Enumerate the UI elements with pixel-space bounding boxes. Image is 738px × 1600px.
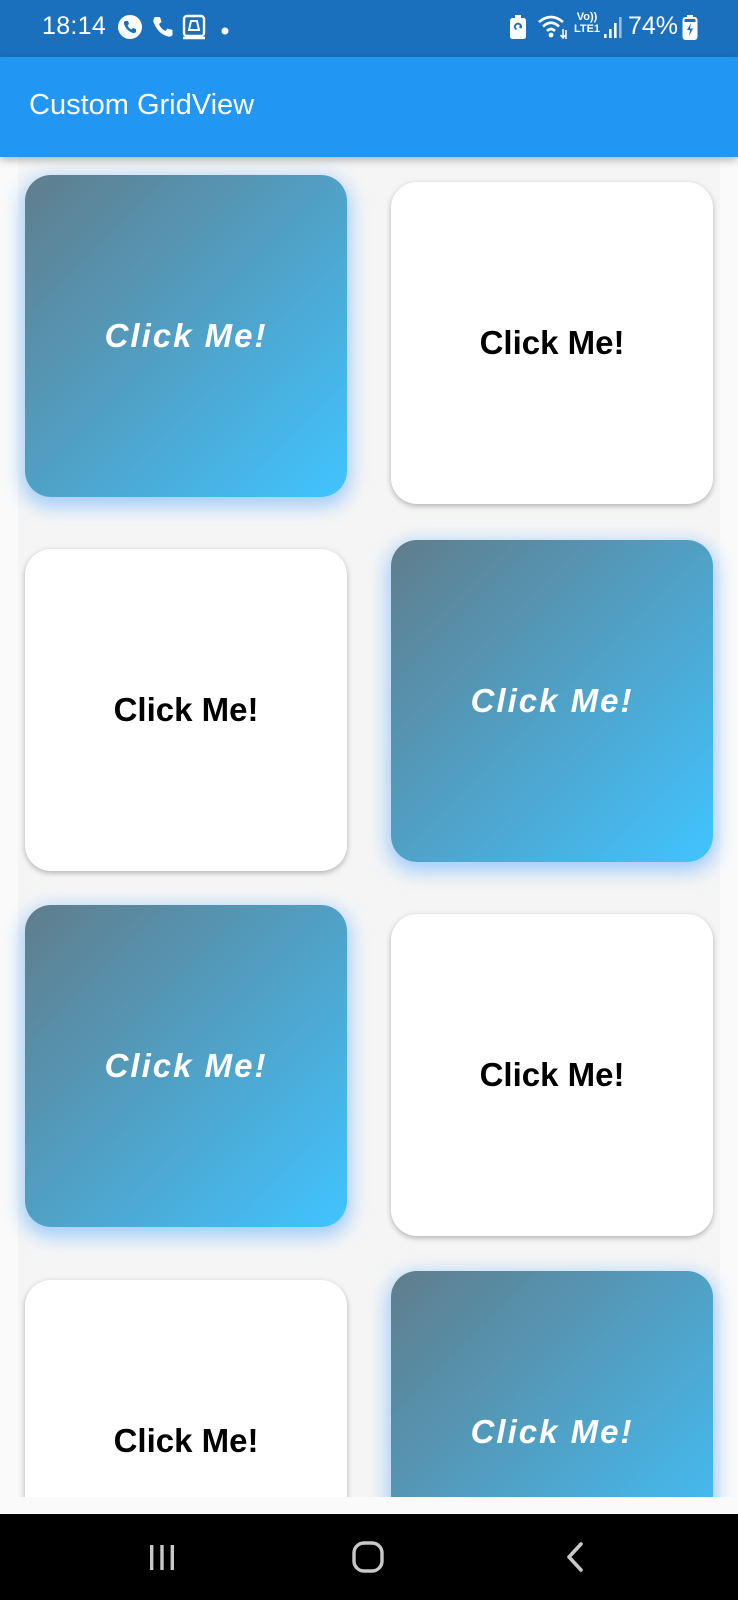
card-label: Click Me! <box>470 682 634 719</box>
grid-card-gradient[interactable]: Click Me! <box>391 1271 713 1497</box>
card-label: Click Me! <box>113 691 259 728</box>
grid-card-gradient[interactable]: Click Me! <box>391 540 713 862</box>
back-button[interactable] <box>546 1532 606 1582</box>
battery-charging-icon <box>682 13 698 46</box>
card-label: Click Me! <box>479 1056 625 1093</box>
lte-label: LTE1 <box>573 23 601 35</box>
battery-saver-icon <box>508 13 528 46</box>
back-icon <box>567 1542 583 1572</box>
card-label: Click Me! <box>470 1413 634 1450</box>
recent-apps-button[interactable] <box>132 1532 192 1582</box>
app-bar: Custom GridView <box>0 57 738 157</box>
card-label: Click Me! <box>104 317 268 354</box>
status-time: 18:14 <box>42 12 107 40</box>
grid-card-white[interactable]: Click Me! <box>25 1280 347 1497</box>
card-label: Click Me! <box>479 324 625 361</box>
card-label: Click Me! <box>104 1047 268 1084</box>
home-icon <box>352 1541 384 1573</box>
home-button[interactable] <box>338 1532 398 1582</box>
screen-cast-icon <box>180 13 208 46</box>
wifi-icon <box>537 13 569 46</box>
status-bar: 18:14 Vo)) LTE1 74% <box>0 0 738 57</box>
app-title: Custom GridView <box>29 89 255 121</box>
signal-icon <box>602 13 624 46</box>
whatsapp-call-icon <box>116 13 144 46</box>
battery-percent: 74% <box>628 12 679 40</box>
grid-card-gradient[interactable]: Click Me! <box>25 905 347 1227</box>
grid-view[interactable]: Click Me! Click Me! Click Me! Click Me! … <box>0 157 738 1497</box>
grid-card-white[interactable]: Click Me! <box>391 182 713 504</box>
phone-icon <box>150 13 176 46</box>
navigation-bar <box>0 1514 738 1600</box>
volte-label: Vo)) <box>576 11 598 23</box>
volte-lte-icon: Vo)) LTE1 <box>570 11 604 35</box>
recent-apps-icon <box>150 1545 174 1570</box>
grid-card-white[interactable]: Click Me! <box>391 914 713 1236</box>
notification-dot-icon <box>221 22 229 40</box>
grid-card-gradient[interactable]: Click Me! <box>25 175 347 497</box>
card-label: Click Me! <box>113 1422 259 1459</box>
grid-card-white[interactable]: Click Me! <box>25 549 347 871</box>
